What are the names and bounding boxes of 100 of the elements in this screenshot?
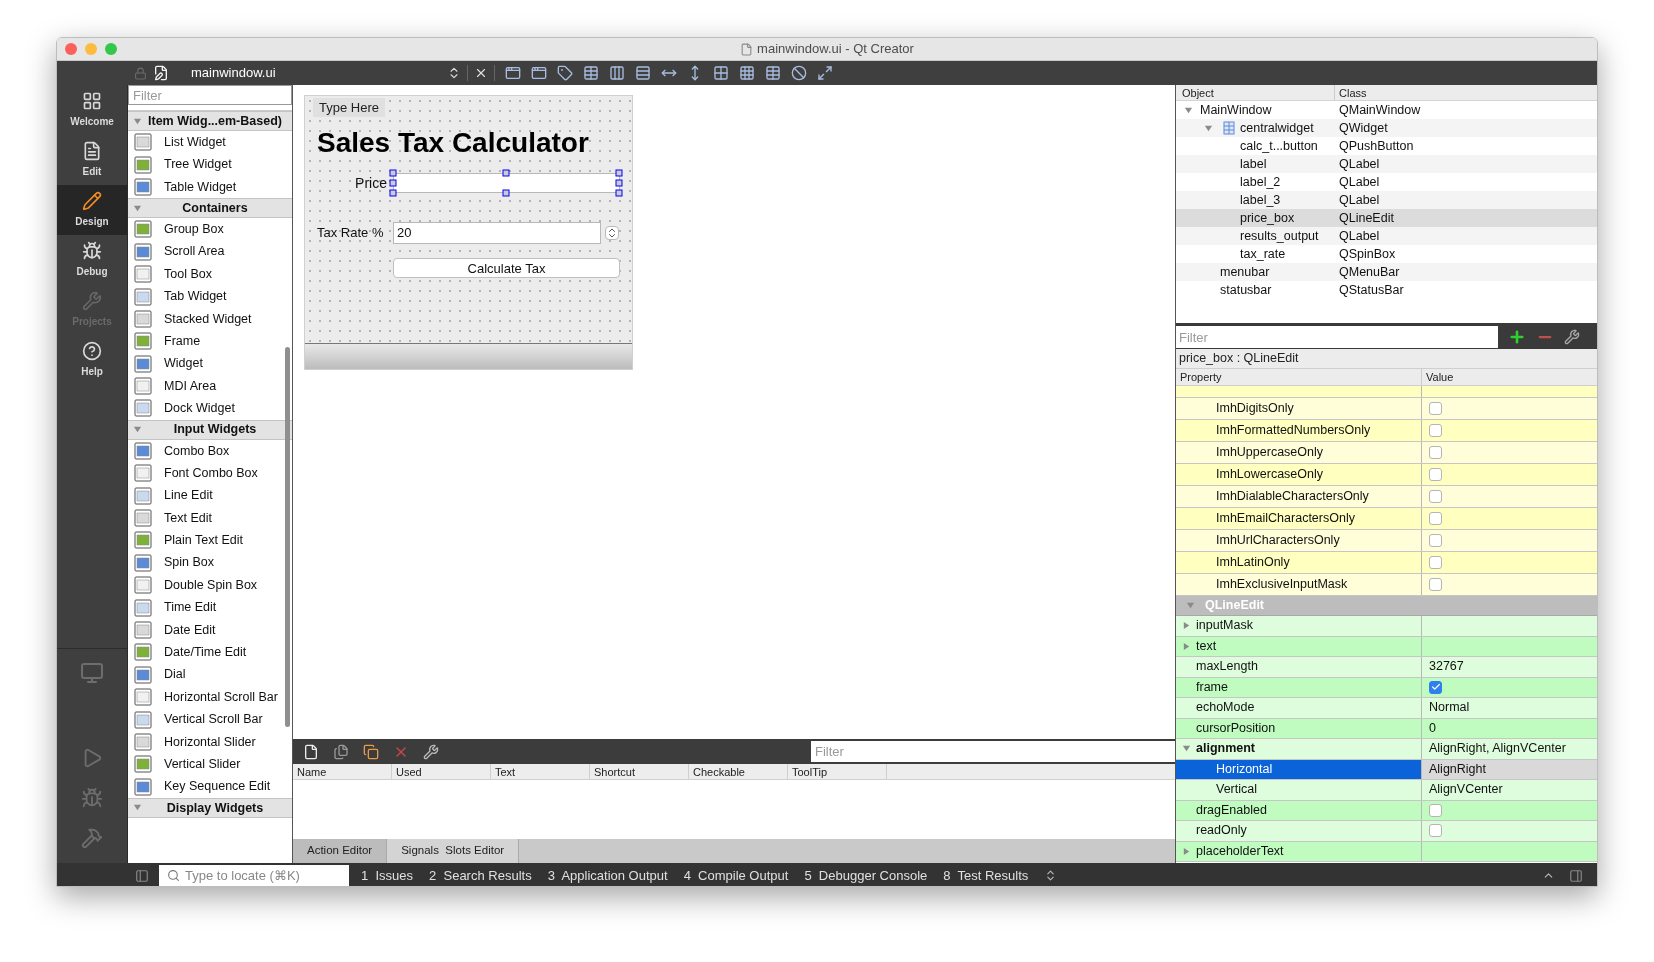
expand-arrow-icon[interactable] bbox=[133, 425, 142, 435]
widget-item[interactable]: Font Combo Box bbox=[164, 463, 258, 483]
category-header[interactable]: Input Widgets bbox=[128, 419, 292, 440]
spin-arrows-icon[interactable] bbox=[605, 226, 619, 240]
mode-button[interactable]: Welcome bbox=[57, 85, 127, 135]
widget-item[interactable]: Dock Widget bbox=[164, 399, 235, 418]
tree-row[interactable]: price_box QLineEdit bbox=[1176, 209, 1597, 227]
window-icon[interactable] bbox=[531, 65, 547, 81]
wrench-icon[interactable] bbox=[423, 743, 439, 760]
widget-item[interactable]: Tree Widget bbox=[164, 155, 232, 174]
widget-item[interactable]: Date Edit bbox=[164, 620, 216, 640]
widget-item[interactable]: Tab Widget bbox=[164, 287, 227, 306]
widget-item[interactable]: Vertical Slider bbox=[164, 754, 241, 774]
tag-icon[interactable] bbox=[557, 65, 573, 81]
expand-arrow-icon[interactable] bbox=[1184, 105, 1193, 115]
form-icon[interactable] bbox=[583, 65, 599, 81]
widget-item[interactable]: List Widget bbox=[164, 132, 226, 152]
close-icon[interactable] bbox=[474, 66, 488, 80]
wrench-icon[interactable] bbox=[1564, 329, 1580, 345]
property-row[interactable]: ImhLowercaseOnly bbox=[1176, 464, 1597, 486]
widget-item[interactable]: Text Edit bbox=[164, 508, 212, 528]
mode-button[interactable]: Edit bbox=[57, 135, 127, 185]
output-pane-button[interactable]: 5 Debugger Console bbox=[804, 865, 928, 886]
locate-field[interactable]: Type to locate (⌘K) bbox=[159, 865, 349, 886]
column-header[interactable]: Checkable bbox=[689, 764, 788, 779]
tax-rate-field[interactable]: 20 bbox=[393, 222, 601, 244]
grid-icon[interactable] bbox=[713, 65, 729, 81]
widget-item[interactable]: Table Widget bbox=[164, 177, 237, 197]
widget-item[interactable]: Line Edit bbox=[164, 486, 213, 506]
expand-arrow-icon[interactable] bbox=[133, 203, 142, 213]
checkbox[interactable] bbox=[1429, 402, 1442, 415]
checkbox[interactable] bbox=[1429, 803, 1442, 817]
widget-item[interactable]: Combo Box bbox=[164, 441, 230, 461]
column-header[interactable]: Used bbox=[392, 764, 491, 779]
property-row[interactable]: ImhLatinOnly bbox=[1176, 552, 1597, 574]
expand-arrow-icon[interactable] bbox=[133, 116, 142, 126]
output-pane-button[interactable]: 1 Issues bbox=[361, 865, 414, 886]
zoom-window-button[interactable] bbox=[105, 43, 117, 55]
copy-icon[interactable] bbox=[333, 743, 349, 760]
column-header[interactable]: Class bbox=[1335, 85, 1367, 100]
property-row[interactable]: frame bbox=[1176, 677, 1597, 698]
expand-arrow-icon[interactable] bbox=[1204, 123, 1213, 133]
column-header[interactable]: Property bbox=[1176, 369, 1422, 385]
filter-field[interactable]: Filter bbox=[128, 85, 292, 105]
widget-item[interactable]: Stacked Widget bbox=[164, 309, 252, 329]
column-header[interactable]: Text bbox=[491, 764, 590, 779]
expand-arrow-icon[interactable] bbox=[1186, 601, 1195, 610]
widget-item[interactable]: MDI Area bbox=[164, 376, 217, 396]
checkbox[interactable] bbox=[1429, 534, 1442, 547]
property-row[interactable]: ImhEmailCharactersOnly bbox=[1176, 508, 1597, 530]
property-row[interactable]: ImhDialableCharactersOnly bbox=[1176, 486, 1597, 508]
editor-tab[interactable]: Action Editor bbox=[293, 839, 388, 863]
column-header[interactable]: Name bbox=[293, 764, 392, 779]
property-row[interactable]: ImhUrlCharactersOnly bbox=[1176, 530, 1597, 552]
property-row[interactable]: inputMask bbox=[1176, 616, 1597, 637]
column-header[interactable]: ToolTip bbox=[788, 764, 887, 779]
grid-icon[interactable] bbox=[739, 65, 755, 81]
editor-tab[interactable]: Signals Slots Editor bbox=[387, 839, 520, 863]
category-header[interactable]: Display Widgets bbox=[128, 797, 292, 818]
expand-arrow-icon[interactable] bbox=[1182, 846, 1191, 856]
paste-icon[interactable] bbox=[363, 743, 379, 760]
output-pane-button[interactable]: 8 Test Results bbox=[943, 865, 1029, 886]
widget-item[interactable]: Horizontal Scroll Bar bbox=[164, 687, 278, 707]
debug-run-icon[interactable] bbox=[81, 787, 103, 809]
widget-item[interactable]: Time Edit bbox=[164, 598, 217, 617]
hammer-icon[interactable] bbox=[81, 827, 103, 849]
property-row[interactable]: dragEnabled bbox=[1176, 800, 1597, 821]
mode-button[interactable]: Help bbox=[57, 335, 127, 385]
checkbox[interactable] bbox=[1429, 424, 1442, 437]
sidebar-toggle-icon[interactable] bbox=[135, 868, 149, 883]
resize-icon[interactable] bbox=[817, 65, 833, 81]
tree-row[interactable]: results_output QLabel bbox=[1176, 227, 1597, 245]
property-row[interactable]: cursorPosition 0 bbox=[1176, 718, 1597, 739]
close-window-button[interactable] bbox=[65, 43, 77, 55]
mode-button[interactable]: Debug bbox=[57, 235, 127, 285]
widget-item[interactable]: Double Spin Box bbox=[164, 575, 258, 595]
widget-item[interactable]: Spin Box bbox=[164, 553, 215, 573]
break-layout-icon[interactable] bbox=[791, 65, 807, 81]
widget-item[interactable]: Scroll Area bbox=[164, 242, 225, 262]
widget-item[interactable]: Widget bbox=[164, 354, 203, 374]
table-icon[interactable] bbox=[765, 65, 781, 81]
filter-field[interactable]: Filter bbox=[811, 741, 1175, 762]
column-header[interactable]: Object bbox=[1176, 85, 1335, 100]
tree-row[interactable]: menubar QMenuBar bbox=[1176, 263, 1597, 281]
property-row[interactable]: readOnly bbox=[1176, 821, 1597, 842]
property-row[interactable]: Horizontal AlignRight bbox=[1176, 759, 1597, 780]
tree-row[interactable]: label QLabel bbox=[1176, 155, 1597, 173]
property-row[interactable]: Vertical AlignVCenter bbox=[1176, 780, 1597, 801]
checkbox[interactable] bbox=[1429, 512, 1442, 525]
checkbox[interactable] bbox=[1429, 446, 1442, 459]
output-pane-button[interactable]: 4 Compile Output bbox=[683, 865, 789, 886]
property-row[interactable]: placeholderText bbox=[1176, 841, 1597, 862]
tree-row[interactable]: label_3 QLabel bbox=[1176, 191, 1597, 209]
widget-item[interactable]: Horizontal Slider bbox=[164, 732, 256, 752]
scrollbar-thumb[interactable] bbox=[285, 347, 290, 727]
property-row[interactable]: alignment AlignRight, AlignVCenter bbox=[1176, 739, 1597, 760]
checkbox[interactable] bbox=[1429, 468, 1442, 481]
window-icon[interactable] bbox=[505, 65, 521, 81]
widget-item[interactable]: Frame bbox=[164, 331, 201, 351]
checkbox[interactable] bbox=[1429, 578, 1442, 591]
